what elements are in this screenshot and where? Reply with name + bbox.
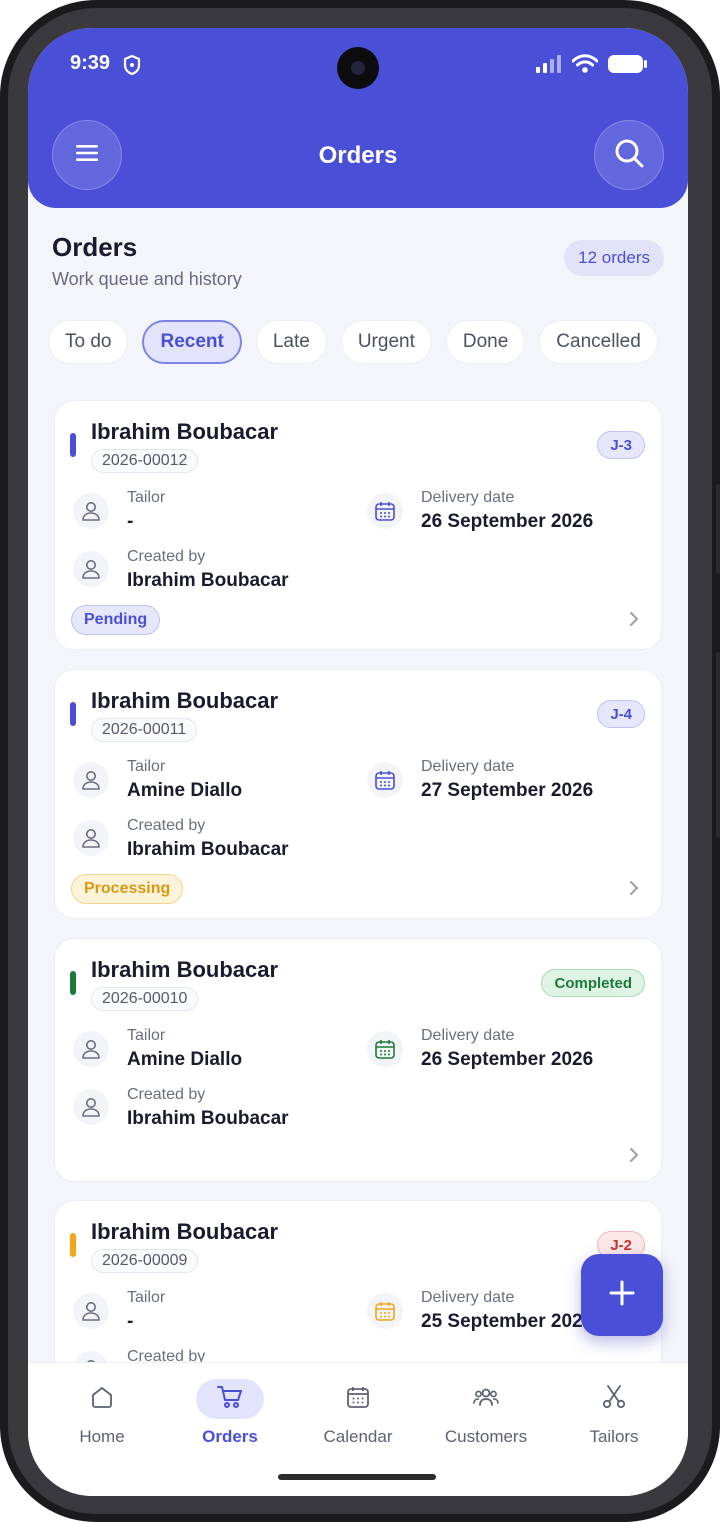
created-by-value: Ibrahim Boubacar [127,570,289,591]
due-badge: J-4 [597,700,645,728]
nav-pill [580,1379,648,1419]
delivery-date-label: Delivery date [421,489,515,506]
nav-item-home[interactable]: Home [36,1379,168,1447]
created-by-value: Ibrahim Boubacar [127,839,289,860]
user-icon [73,762,109,798]
nav-pill [196,1379,264,1419]
filter-chips: To do Recent Late Urgent Done Cancelled [48,320,658,364]
delivery-date-value: 26 September 2026 [421,1049,594,1070]
priority-stripe [70,971,76,995]
delivery-date-value: 26 September 2026 [421,511,594,532]
order-number: 2026-00011 [91,718,198,742]
user-icon [73,820,109,856]
delivery-date-label: Delivery date [421,1289,515,1306]
tailor-label: Tailor [127,489,166,506]
nav-label: Calendar [323,1427,393,1446]
customer-name: Ibrahim Boubacar [91,419,279,444]
screen: 9:39 Orders Orders Work queue and histor… [28,28,688,1496]
user-icon [73,1293,109,1329]
order-card[interactable]: Ibrahim Boubacar 2026-00010 Completed Ta… [54,938,662,1182]
priority-stripe [70,1233,76,1257]
tailor-value: Amine Diallo [127,1049,243,1070]
tailor-value: - [127,511,134,532]
status-badge: Processing [71,874,184,904]
filter-chip-todo[interactable]: To do [48,320,129,364]
chevron-right-icon [629,611,639,632]
page-subtitle: Work queue and history [52,269,242,289]
people-icon [472,1384,500,1415]
phone-frame: 9:39 Orders Orders Work queue and histor… [0,0,720,1522]
delivery-date-label: Delivery date [421,758,515,775]
order-number: 2026-00009 [91,1249,199,1273]
chevron-right-icon [629,880,639,901]
order-number: 2026-00012 [91,449,199,473]
nav-label: Orders [202,1427,258,1446]
due-badge: J-3 [597,431,645,459]
tailor-value: - [127,1311,134,1332]
orders-count-badge: 12 orders [564,240,664,276]
volume-button [716,484,720,574]
created-by-label: Created by [127,817,206,834]
filter-chip-late[interactable]: Late [255,320,327,364]
filter-chip-recent[interactable]: Recent [142,320,242,364]
nav-pill [324,1379,392,1419]
filter-chip-cancelled[interactable]: Cancelled [539,320,658,364]
nav-item-orders[interactable]: Orders [164,1379,296,1447]
page-title: Orders [52,232,138,262]
user-icon [73,1089,109,1125]
created-by-label: Created by [127,1086,206,1103]
customer-name: Ibrahim Boubacar [91,957,279,982]
customer-name: Ibrahim Boubacar [91,688,279,713]
orders-list[interactable]: Orders Work queue and history 12 orders … [28,28,688,1362]
nav-item-tailors[interactable]: Tailors [548,1379,680,1447]
tailor-label: Tailor [127,1289,166,1306]
nav-label: Customers [444,1427,528,1446]
user-icon [73,1351,109,1362]
tailor-label: Tailor [127,1027,166,1044]
calendar-icon [345,1384,371,1415]
nav-pill [68,1379,136,1419]
calendar-icon [367,762,403,798]
nav-item-customers[interactable]: Customers [420,1379,552,1447]
tailor-label: Tailor [127,758,166,775]
created-by-label: Created by [127,548,206,565]
customer-name: Ibrahim Boubacar [91,1219,279,1244]
order-card[interactable]: Ibrahim Boubacar 2026-00011 J-4 Tailor A… [54,669,662,919]
chevron-right-icon [629,1147,639,1168]
user-icon [73,1031,109,1067]
tailor-value: Amine Diallo [127,780,243,801]
delivery-date-value: 25 September 2026 [421,1311,594,1332]
add-order-button[interactable] [581,1254,663,1336]
priority-stripe [70,702,76,726]
filter-chip-done[interactable]: Done [445,320,526,364]
user-icon [73,493,109,529]
delivery-date-label: Delivery date [421,1027,515,1044]
plus-icon [608,1279,636,1312]
order-number: 2026-00010 [91,987,199,1011]
filter-chip-urgent[interactable]: Urgent [340,320,432,364]
nav-pill [452,1379,520,1419]
priority-stripe [70,433,76,457]
calendar-icon [367,1031,403,1067]
power-button [716,652,720,838]
completed-badge: Completed [541,969,645,997]
nav-item-calendar[interactable]: Calendar [292,1379,424,1447]
home-indicator[interactable] [278,1474,436,1480]
scissors-icon [601,1384,627,1415]
delivery-date-value: 27 September 2026 [421,780,594,801]
status-badge: Pending [71,605,161,635]
nav-label: Tailors [589,1427,639,1446]
order-card[interactable]: Ibrahim Boubacar 2026-00009 J-2 Tailor -… [54,1200,662,1362]
page-heading: Orders Work queue and history [52,232,242,290]
calendar-icon [367,493,403,529]
home-icon [89,1384,115,1415]
order-card[interactable]: Ibrahim Boubacar 2026-00012 J-3 Tailor -… [54,400,662,650]
user-icon [73,551,109,587]
nav-label: Home [79,1427,125,1446]
created-by-value: Ibrahim Boubacar [127,1108,289,1129]
calendar-icon [367,1293,403,1329]
created-by-label: Created by [127,1348,206,1362]
cart-icon [216,1384,244,1415]
